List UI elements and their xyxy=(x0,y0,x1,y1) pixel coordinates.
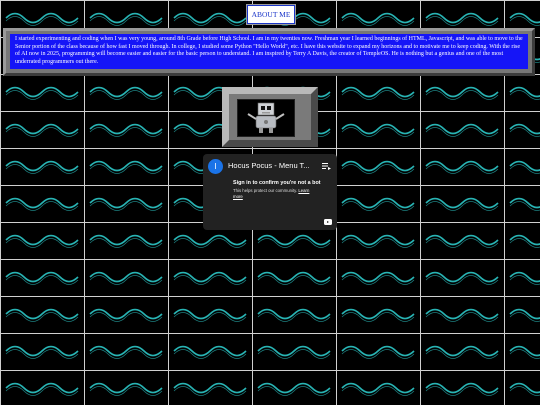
bot-check-subtext: This helps protect our community. Learn … xyxy=(233,188,313,199)
bot-check-message: This helps protect our community. xyxy=(233,188,298,193)
youtube-embed[interactable]: I Hocus Pocus - Menu T... Sign in to con… xyxy=(203,154,337,230)
about-me-button[interactable]: ABOUT ME xyxy=(246,4,296,25)
robot-image xyxy=(247,102,285,133)
bot-check-heading: Sign in to confirm you're not a bot xyxy=(233,180,321,186)
bio-frame: I started experimenting and coding when … xyxy=(3,28,535,76)
youtube-logo-icon[interactable] xyxy=(324,219,332,225)
playlist-icon[interactable] xyxy=(321,161,331,171)
robot-image-panel xyxy=(237,99,295,137)
bio-text: I started experimenting and coding when … xyxy=(10,34,528,69)
page: { "nav": { "about_label": "ABOUT ME" }, … xyxy=(0,0,540,405)
video-title[interactable]: Hocus Pocus - Menu T... xyxy=(228,161,310,170)
robot-frame xyxy=(222,87,318,147)
channel-avatar-icon[interactable]: I xyxy=(208,159,223,174)
